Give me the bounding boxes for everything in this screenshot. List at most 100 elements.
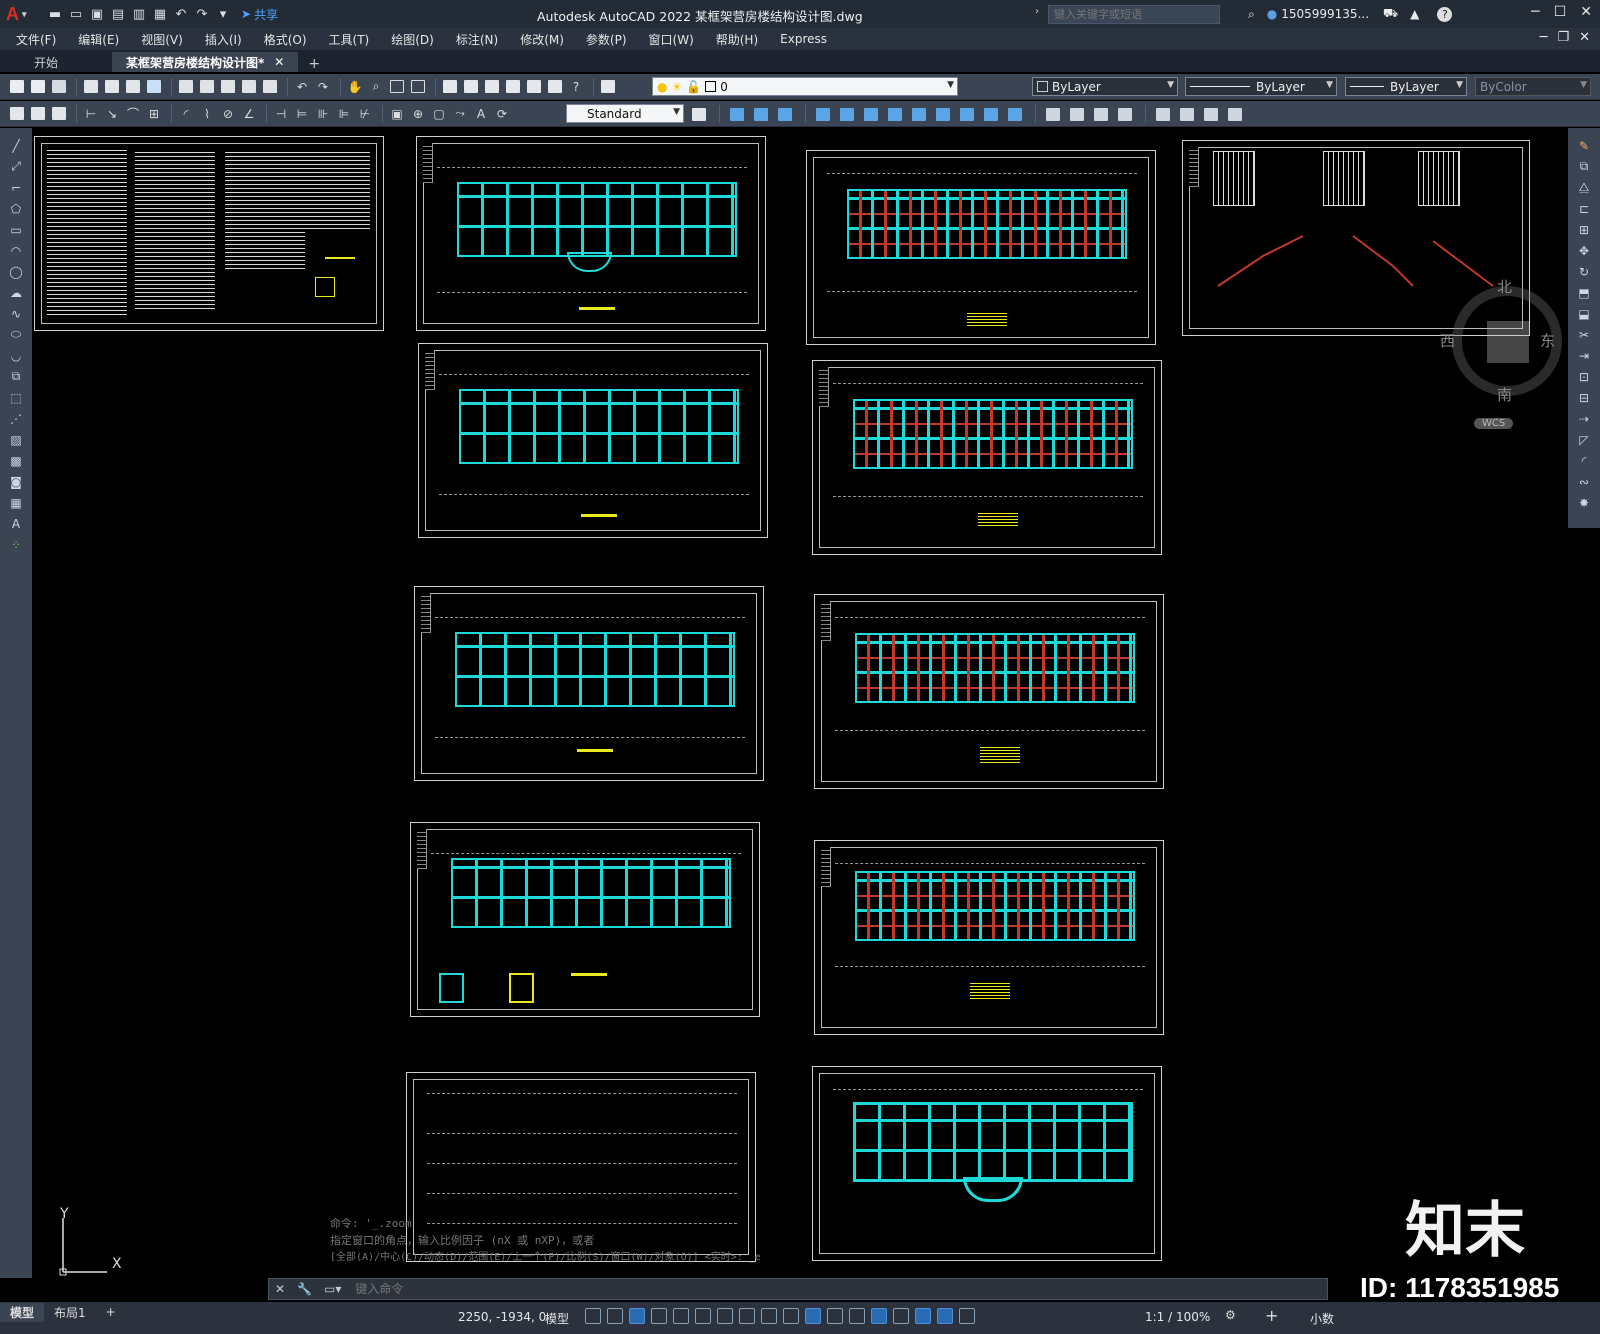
ucs-object-icon[interactable] xyxy=(1202,105,1220,123)
dim-break-icon[interactable]: ⊬ xyxy=(356,105,374,123)
tab-layout1[interactable]: 布局1 xyxy=(44,1303,96,1322)
copy-object-icon[interactable]: ⧉ xyxy=(1576,159,1592,174)
tab-drawing[interactable]: 某框架营房楼结构设计图* ✕ xyxy=(112,52,299,72)
dim-update-icon[interactable]: ⟳ xyxy=(493,105,511,123)
ucs-face-icon[interactable] xyxy=(1226,105,1244,123)
viewcube-north[interactable]: 北 xyxy=(1497,276,1512,297)
dim-diameter-icon[interactable]: ⊘ xyxy=(219,105,237,123)
break-point-icon[interactable]: ⊡ xyxy=(1576,369,1592,384)
save-as-icon[interactable]: ▤ xyxy=(109,5,127,23)
undo-icon[interactable]: ↶ xyxy=(172,5,190,23)
center-mark-icon[interactable]: ⊕ xyxy=(409,105,427,123)
workspace-gear-icon[interactable]: ⚙ xyxy=(1225,1308,1236,1322)
ucs-world-icon[interactable] xyxy=(1178,105,1196,123)
hatch-icon[interactable]: ▨ xyxy=(8,432,24,447)
rectangle-icon[interactable]: ▭ xyxy=(8,222,24,237)
help-icon[interactable]: ? xyxy=(1437,6,1453,22)
dynamic-input-icon[interactable] xyxy=(651,1308,667,1324)
plot-tool-icon[interactable] xyxy=(82,78,100,96)
command-customize-icon[interactable]: 🔧 xyxy=(297,1282,312,1296)
annotation-visibility-icon[interactable] xyxy=(937,1308,953,1324)
polar-tracking-icon[interactable] xyxy=(695,1308,711,1324)
3d-osnap-icon[interactable] xyxy=(849,1308,865,1324)
matchprop-icon[interactable] xyxy=(240,78,258,96)
construction-line-icon[interactable]: ⤢ xyxy=(8,159,24,174)
redo-icon[interactable]: ↷ xyxy=(193,5,211,23)
designcenter-icon[interactable] xyxy=(462,78,480,96)
close-icon[interactable]: ✕ xyxy=(1580,4,1592,20)
zoom-window-icon[interactable] xyxy=(388,78,406,96)
tolerance-icon[interactable]: ▣ xyxy=(388,105,406,123)
view-left-icon[interactable] xyxy=(776,105,794,123)
block-editor-icon[interactable] xyxy=(261,78,279,96)
qnew-icon[interactable] xyxy=(8,78,26,96)
break-icon[interactable]: ⊟ xyxy=(1576,390,1592,405)
insert-block-icon[interactable]: ⧉ xyxy=(8,369,24,384)
plot-icon[interactable]: ▥ xyxy=(130,5,148,23)
layer-previous-icon[interactable] xyxy=(29,105,47,123)
units-setting[interactable]: 小数 xyxy=(1310,1310,1334,1327)
copy-icon[interactable] xyxy=(198,78,216,96)
layer-properties-icon[interactable] xyxy=(599,78,617,96)
doc-close-icon[interactable]: ✕ xyxy=(1579,30,1590,45)
menu-tools[interactable]: 工具(T) xyxy=(329,31,370,48)
menu-help[interactable]: 帮助(H) xyxy=(716,31,758,48)
mirror-icon[interactable]: ⧋ xyxy=(1576,180,1592,195)
autocad-logo-icon[interactable]: A ▾ xyxy=(6,3,32,25)
chamfer-icon[interactable]: ◸ xyxy=(1576,432,1592,447)
view-bottom-icon[interactable] xyxy=(752,105,770,123)
user-account[interactable]: ⌕ ● 1505999135... ⛟ ▲ ? xyxy=(1248,6,1453,22)
rotate-icon[interactable]: ↻ xyxy=(1576,264,1592,279)
arc-icon[interactable]: ◠ xyxy=(8,243,24,258)
dim-arc-icon[interactable]: ⌒ xyxy=(124,105,142,123)
view-back-icon[interactable] xyxy=(862,105,880,123)
make-block-icon[interactable]: ⬚ xyxy=(8,390,24,405)
tab-start[interactable]: 开始 xyxy=(20,52,72,72)
point-icon[interactable]: ⋰ xyxy=(8,411,24,426)
view-sw-icon[interactable] xyxy=(886,105,904,123)
layer-dropdown[interactable]: ● ☀ 🔓 0 ▼ xyxy=(652,77,958,96)
calculator-icon[interactable] xyxy=(546,78,564,96)
ellipse-icon[interactable]: ⬭ xyxy=(8,327,24,342)
polygon-icon[interactable]: ⬠ xyxy=(8,201,24,216)
blend-icon[interactable]: ∾ xyxy=(1576,474,1592,489)
add-selected-icon[interactable]: ⁘ xyxy=(8,537,24,552)
open-folder-icon[interactable]: ▭ xyxy=(67,5,85,23)
sheetset-icon[interactable] xyxy=(504,78,522,96)
menu-insert[interactable]: 插入(I) xyxy=(205,31,242,48)
save-icon[interactable]: ▣ xyxy=(88,5,106,23)
dim-edit-icon[interactable]: A xyxy=(472,105,490,123)
ortho-toggle-icon[interactable] xyxy=(673,1308,689,1324)
gizmo-icon[interactable] xyxy=(915,1308,931,1324)
redo-tool-icon[interactable]: ↷ xyxy=(314,78,332,96)
viewcube-west[interactable]: 西 xyxy=(1440,330,1455,351)
region-icon[interactable]: ◙ xyxy=(8,474,24,489)
dim-jogged-icon[interactable]: ⌇ xyxy=(198,105,216,123)
tab-model[interactable]: 模型 xyxy=(0,1302,45,1322)
dim-jogged-linear-icon[interactable]: ⤳ xyxy=(451,105,469,123)
menu-file[interactable]: 文件(F) xyxy=(16,31,56,48)
lineweight-dropdown[interactable]: ByLayer ▼ xyxy=(1345,77,1467,96)
search-icon[interactable]: ⌕ xyxy=(1248,7,1255,22)
offset-icon[interactable]: ⊏ xyxy=(1576,201,1592,216)
selection-filter-icon[interactable] xyxy=(893,1308,909,1324)
wcs-menu[interactable]: WCS xyxy=(1474,418,1514,429)
view-top-icon[interactable] xyxy=(728,105,746,123)
dim-angular-icon[interactable]: ∠ xyxy=(240,105,258,123)
color-dropdown[interactable]: ByLayer ▼ xyxy=(1032,77,1178,96)
ellipse-arc-icon[interactable]: ◡ xyxy=(8,348,24,363)
move-icon[interactable]: ✥ xyxy=(1576,243,1592,258)
visual-style-2d-icon[interactable] xyxy=(1044,105,1062,123)
dim-aligned-icon[interactable]: ↘ xyxy=(103,105,121,123)
menu-draw[interactable]: 绘图(D) xyxy=(391,31,434,48)
pan-icon[interactable]: ✋ xyxy=(346,78,364,96)
view-nw-icon[interactable] xyxy=(958,105,976,123)
quick-dim-icon[interactable]: ⊣ xyxy=(272,105,290,123)
properties-icon[interactable] xyxy=(441,78,459,96)
menu-edit[interactable]: 编辑(E) xyxy=(78,31,119,48)
selection-cycling-icon[interactable] xyxy=(827,1308,843,1324)
viewcube[interactable]: 北 南 东 西 WCS xyxy=(1440,276,1568,436)
snap-toggle-icon[interactable] xyxy=(607,1308,623,1324)
search-input[interactable] xyxy=(1048,5,1220,24)
trim-icon[interactable]: ✂ xyxy=(1576,327,1592,342)
